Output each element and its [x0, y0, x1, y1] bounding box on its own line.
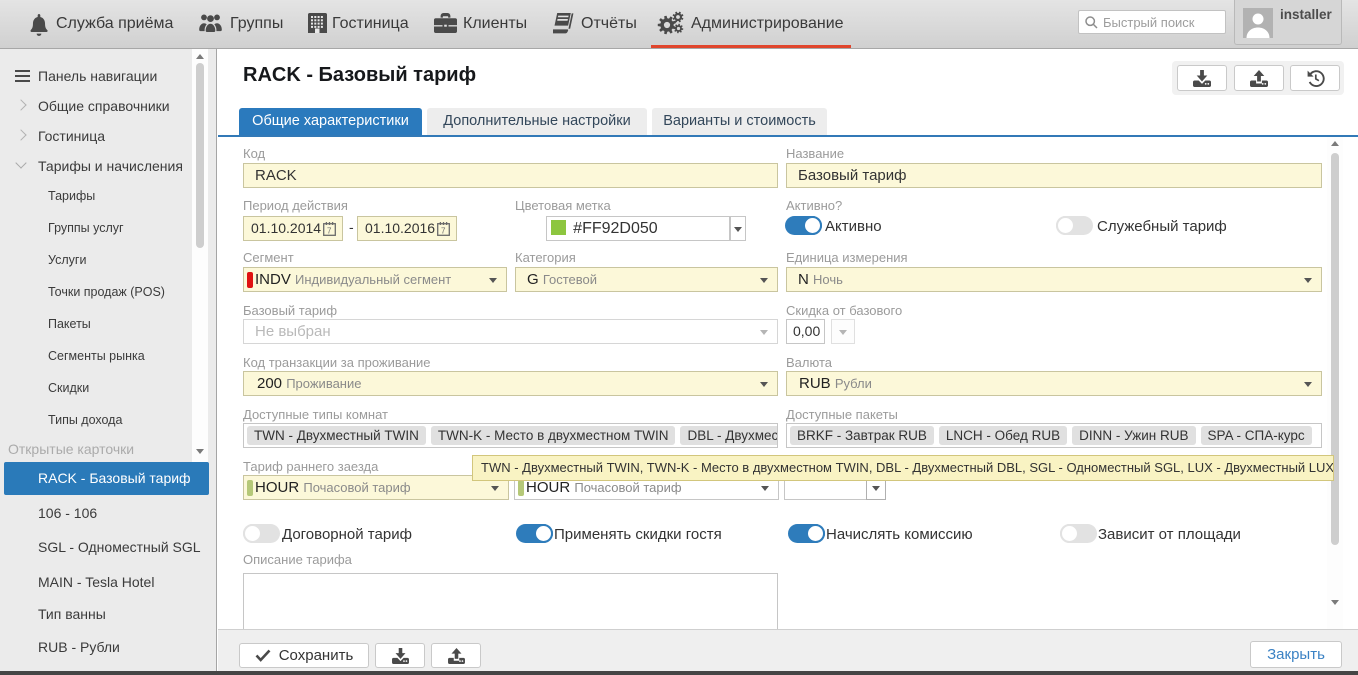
svg-text:7: 7 [441, 227, 446, 236]
svg-text:7: 7 [327, 227, 332, 236]
